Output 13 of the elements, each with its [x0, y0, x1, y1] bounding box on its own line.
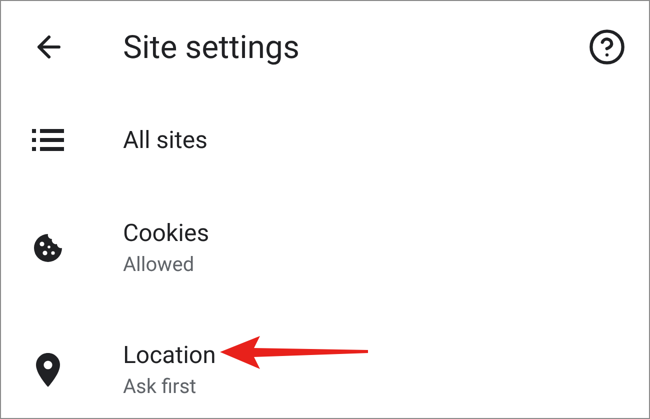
page-title: Site settings [123, 26, 301, 68]
help-icon[interactable] [588, 28, 626, 66]
item-title: All sites [123, 125, 208, 156]
item-subtitle: Ask first [123, 373, 198, 400]
settings-item[interactable]: Cookies Allowed [1, 188, 649, 308]
location-pin-icon [36, 353, 60, 387]
item-title: Location [123, 340, 216, 371]
item-title: Cookies [123, 218, 210, 249]
settings-item[interactable]: All sites [1, 92, 649, 188]
list-icon [32, 129, 64, 151]
settings-item[interactable]: Location Ask first [1, 308, 649, 418]
cookie-icon [33, 233, 63, 263]
item-subtitle: Allowed [123, 251, 196, 278]
